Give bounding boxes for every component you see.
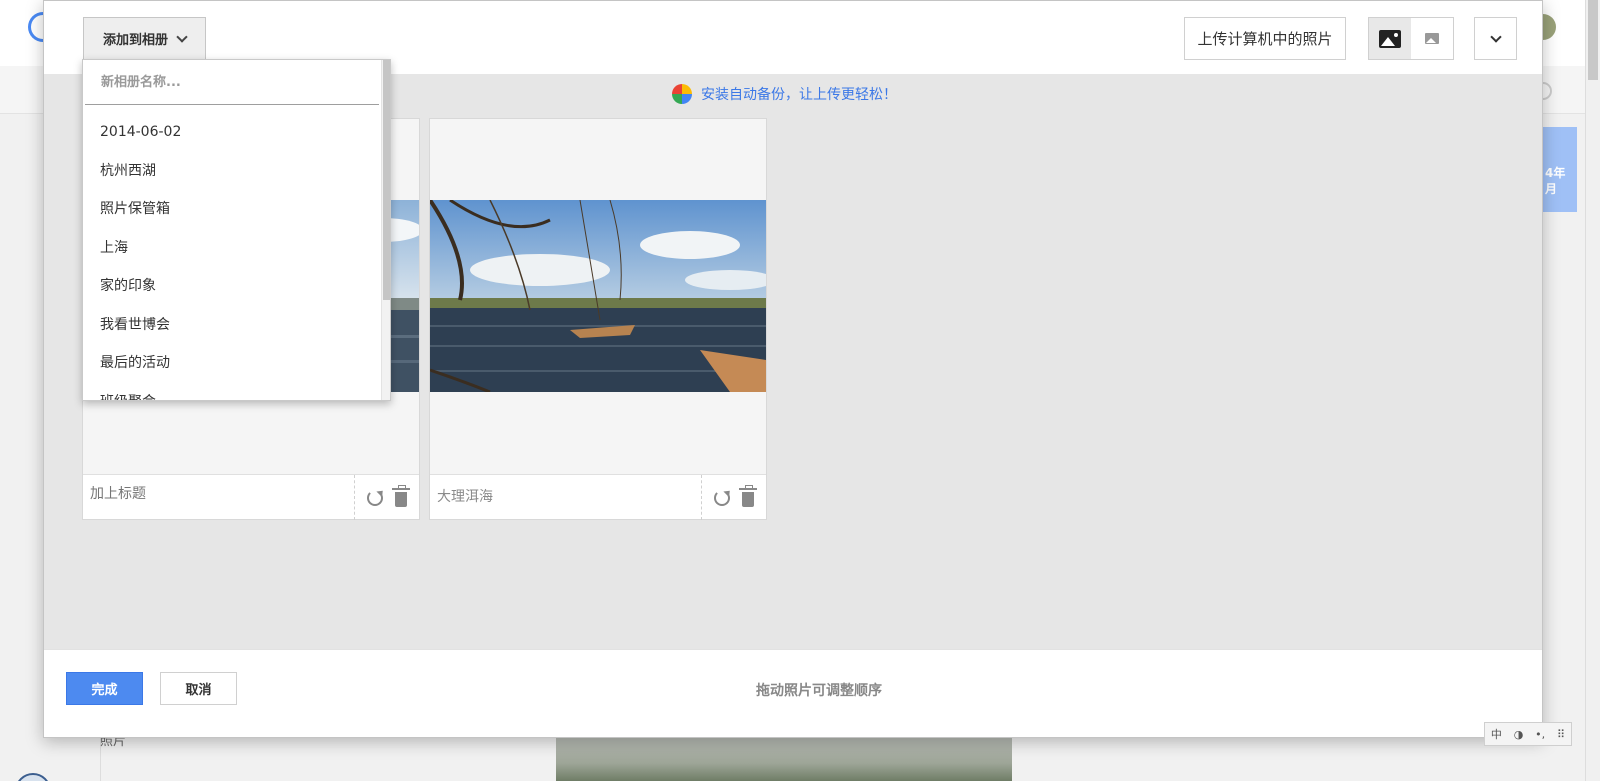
rotate-icon[interactable] xyxy=(714,489,730,506)
album-dropdown: 2014-06-02 杭州西湖 照片保管箱 上海 家的印象 我看世博会 最后的活… xyxy=(82,59,391,401)
background-avatar-circle xyxy=(15,773,51,781)
add-to-album-button[interactable]: 添加到相册 xyxy=(83,17,206,60)
page-scrollbar-thumb[interactable] xyxy=(1588,0,1598,80)
done-label: 完成 xyxy=(91,683,118,698)
trash-icon[interactable] xyxy=(392,484,410,507)
google-photos-pinwheel-icon xyxy=(672,84,692,104)
image-small-icon xyxy=(1425,33,1439,44)
upload-from-computer-button[interactable]: 上传计算机中的照片 xyxy=(1184,17,1346,60)
ime-punctuation-toggle[interactable]: •, xyxy=(1535,728,1545,741)
background-photo xyxy=(556,737,1012,781)
dropdown-scrollbar-thumb[interactable] xyxy=(383,60,390,300)
album-option[interactable]: 家的印象 xyxy=(83,267,381,306)
add-to-album-label: 添加到相册 xyxy=(102,33,168,48)
album-option[interactable]: 上海 xyxy=(83,229,381,268)
reorder-hint: 拖动照片可调整顺序 xyxy=(756,683,882,699)
album-list: 2014-06-02 杭州西湖 照片保管箱 上海 家的印象 我看世博会 最后的活… xyxy=(83,113,381,401)
page-scrollbar[interactable] xyxy=(1585,0,1600,781)
ime-fullwidth-toggle[interactable]: ◑ xyxy=(1514,728,1524,741)
ime-softkeyboard-icon[interactable]: ⠿ xyxy=(1557,728,1565,741)
background-date-card-text: 4年 月 xyxy=(1545,166,1566,196)
ime-toolbar: 中 ◑ •, ⠿ xyxy=(1484,722,1572,746)
auto-backup-promo-link[interactable]: 安装自动备份，让上传更轻松！ xyxy=(672,83,897,105)
album-option[interactable]: 最后的活动 xyxy=(83,344,381,383)
ime-mode-toggle[interactable]: 中 xyxy=(1491,726,1502,742)
view-size-toggle xyxy=(1368,17,1454,60)
done-button[interactable]: 完成 xyxy=(66,672,143,705)
view-small-button[interactable] xyxy=(1411,18,1453,59)
photo-card-actions xyxy=(354,475,419,520)
rotate-icon[interactable] xyxy=(367,489,383,506)
album-option[interactable]: 班级聚会 xyxy=(83,383,381,401)
cancel-button[interactable]: 取消 xyxy=(160,672,237,705)
cancel-label: 取消 xyxy=(185,683,212,698)
dropdown-divider xyxy=(85,104,379,105)
chevron-down-icon xyxy=(1489,30,1502,43)
erhai-lake-photo xyxy=(430,200,766,392)
image-large-icon xyxy=(1379,29,1401,48)
album-option[interactable]: 杭州西湖 xyxy=(83,152,381,191)
new-album-name-input[interactable] xyxy=(83,60,381,104)
album-option[interactable]: 我看世博会 xyxy=(83,306,381,345)
chevron-down-icon xyxy=(176,30,188,43)
photo-card-footer xyxy=(83,474,419,520)
view-large-button[interactable] xyxy=(1369,18,1411,59)
more-options-button[interactable] xyxy=(1474,17,1517,60)
photo-thumbnail[interactable] xyxy=(430,200,766,392)
photo-card[interactable]: 大理洱海 xyxy=(429,118,767,520)
upload-from-computer-label: 上传计算机中的照片 xyxy=(1197,30,1333,48)
album-option[interactable]: 照片保管箱 xyxy=(83,190,381,229)
album-option[interactable]: 2014-06-02 xyxy=(83,113,381,152)
photo-card-footer: 大理洱海 xyxy=(430,474,766,520)
photo-card-actions xyxy=(701,475,766,520)
background-date-card: 4年 月 xyxy=(1537,127,1577,212)
trash-icon[interactable] xyxy=(739,484,757,507)
photo-caption-input[interactable]: 大理洱海 xyxy=(437,486,692,506)
auto-backup-promo-text: 安装自动备份，让上传更轻松！ xyxy=(701,87,897,103)
dialog-footer: 完成 取消 拖动照片可调整顺序 xyxy=(44,649,1542,737)
photo-caption-input[interactable] xyxy=(90,486,345,502)
dropdown-scrollbar[interactable] xyxy=(381,60,390,400)
